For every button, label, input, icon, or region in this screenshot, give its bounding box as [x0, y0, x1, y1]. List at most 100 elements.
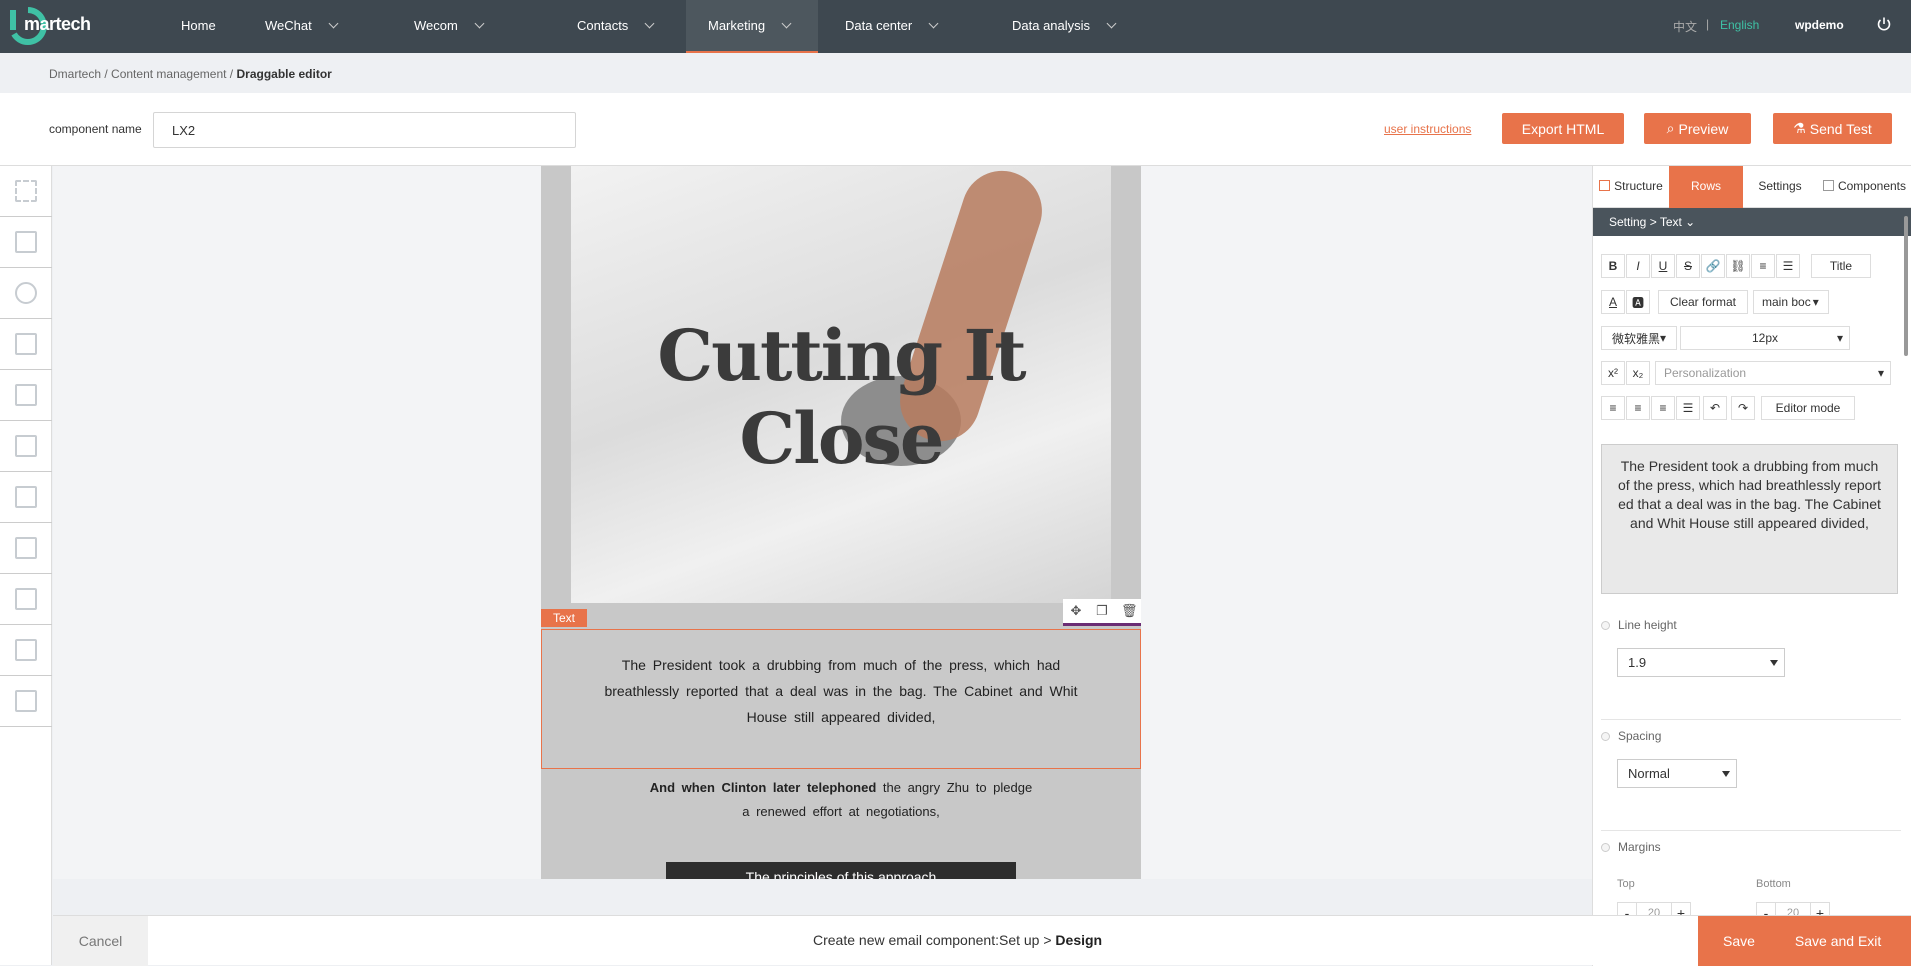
subscript-button[interactable]: x₂: [1626, 361, 1650, 385]
nav-wecom[interactable]: Wecom: [414, 0, 485, 53]
user-instructions-link[interactable]: user instructions: [1384, 122, 1471, 136]
chart-icon[interactable]: [0, 268, 52, 319]
chevron-down-icon: [474, 18, 485, 29]
code-icon[interactable]: [0, 421, 52, 472]
line-height-select[interactable]: 1.9: [1617, 648, 1785, 677]
export-html-label: Export HTML: [1521, 120, 1605, 137]
divider-icon[interactable]: [0, 472, 52, 523]
title-button[interactable]: Title: [1811, 254, 1871, 278]
preview-button[interactable]: ⌕ Preview: [1644, 113, 1751, 144]
font-color-icon[interactable]: A: [1601, 290, 1625, 314]
tab-structure[interactable]: Structure: [1593, 166, 1669, 208]
nav-home[interactable]: Home: [181, 0, 216, 53]
cancel-button[interactable]: Cancel: [53, 916, 148, 966]
font-size-select[interactable]: 12px ▾: [1680, 326, 1850, 350]
breadcrumb-root[interactable]: Dmartech: [49, 67, 101, 81]
chevron-down-icon: [328, 18, 339, 29]
radio-icon[interactable]: [1601, 731, 1610, 741]
editor-mode-label: Editor mode: [1775, 401, 1841, 415]
editor-mode-button[interactable]: Editor mode: [1761, 396, 1855, 420]
text2-line2: a renewed effort at negotiations,: [742, 804, 940, 819]
nav-data-analysis[interactable]: Data analysis: [1012, 0, 1117, 53]
margins-label: Margins: [1618, 840, 1661, 854]
radio-icon[interactable]: [1601, 842, 1610, 852]
spacing-section: Spacing: [1601, 729, 1661, 743]
star-card-icon[interactable]: [0, 217, 52, 268]
save-actions: Save Save and Exit: [1698, 916, 1911, 966]
bullet-list-icon[interactable]: ☰: [1776, 254, 1800, 278]
save-and-exit-button[interactable]: Save and Exit: [1795, 933, 1881, 949]
font-family-select[interactable]: 微软雅黑 ▾: [1601, 326, 1677, 350]
grid-layout-icon[interactable]: [0, 166, 52, 217]
superscript-button[interactable]: x²: [1601, 361, 1625, 385]
link-icon[interactable]: 🔗: [1701, 254, 1725, 278]
tab-components-label: Components: [1837, 179, 1907, 193]
caret-down-icon: ▾: [1812, 295, 1819, 309]
unlink-icon[interactable]: ⛓: [1726, 254, 1750, 278]
nav-wechat[interactable]: WeChat: [265, 0, 339, 53]
clear-format-button[interactable]: Clear format: [1658, 290, 1748, 314]
component-name-input[interactable]: [153, 112, 576, 148]
html-file-icon[interactable]: [0, 676, 52, 727]
align-left-icon[interactable]: ≡: [1601, 396, 1625, 420]
line-height-value: 1.9: [1628, 655, 1647, 670]
lang-english[interactable]: English: [1720, 18, 1759, 32]
underline-button[interactable]: U: [1651, 254, 1675, 278]
export-html-button[interactable]: Export HTML: [1502, 113, 1624, 144]
send-test-button[interactable]: ⚗ Send Test: [1773, 113, 1892, 144]
star-card-icon[interactable]: [0, 523, 52, 574]
redo-icon[interactable]: ↷: [1731, 396, 1755, 420]
tab-settings-label: Settings: [1758, 179, 1802, 193]
font-size-value: 12px: [1751, 331, 1779, 345]
bold-button[interactable]: B: [1601, 254, 1625, 278]
tab-rows[interactable]: Rows: [1669, 166, 1743, 208]
strikethrough-button[interactable]: S: [1676, 254, 1700, 278]
nav-marketing[interactable]: Marketing: [686, 0, 818, 53]
breadcrumb-content-management[interactable]: Content management: [111, 67, 226, 81]
power-icon[interactable]: [1876, 16, 1892, 32]
gallery-icon[interactable]: [0, 574, 52, 625]
nav-data-analysis-label: Data analysis: [1012, 18, 1091, 33]
title-label: Title: [1829, 259, 1853, 273]
copy-icon[interactable]: ❐: [1095, 604, 1109, 618]
clear-format-label: Clear format: [1669, 295, 1737, 309]
tab-settings[interactable]: Settings: [1743, 166, 1817, 208]
image-text-icon[interactable]: [0, 370, 52, 421]
email-preview: Cutting It Close Text ✥ ❐ 🗑 The Presiden…: [541, 166, 1141, 879]
personalization-placeholder: Personalization: [1664, 366, 1747, 380]
image-icon[interactable]: [0, 319, 52, 370]
undo-icon[interactable]: ↶: [1703, 396, 1727, 420]
save-button[interactable]: Save: [1723, 933, 1755, 949]
text-block-secondary[interactable]: And when Clinton later telephoned the an…: [541, 776, 1141, 824]
email-cta-button[interactable]: The principles of this approach: [666, 862, 1016, 879]
panel-scrollbar[interactable]: [1904, 216, 1908, 356]
radio-icon[interactable]: [1601, 620, 1610, 630]
justify-icon[interactable]: ☰: [1676, 396, 1700, 420]
breadcrumb-separator: /: [229, 67, 234, 81]
trash-icon[interactable]: 🗑: [1121, 604, 1138, 618]
selected-text-block[interactable]: The President took a drubbing from much …: [541, 629, 1141, 769]
nav-data-center[interactable]: Data center: [845, 0, 939, 53]
italic-button[interactable]: I: [1626, 254, 1650, 278]
preview-label: Preview: [1678, 120, 1729, 137]
ordered-list-icon[interactable]: ≡: [1751, 254, 1775, 278]
nav-contacts[interactable]: Contacts: [577, 0, 655, 53]
personalization-select[interactable]: Personalization ▾: [1655, 361, 1891, 385]
rich-text-editor[interactable]: The President took a drubbing from much …: [1601, 444, 1898, 594]
brand-name[interactable]: martech: [24, 14, 91, 35]
text-block-tag: Text: [541, 609, 588, 627]
move-icon[interactable]: ✥: [1069, 604, 1083, 618]
grid-image-icon[interactable]: [0, 625, 52, 676]
username[interactable]: wpdemo: [1795, 18, 1844, 32]
background-color-icon[interactable]: 🅰: [1626, 290, 1650, 314]
paragraph-style-select[interactable]: main boc ▾: [1753, 290, 1829, 314]
rich-text-content: The President took a drubbing from much …: [1617, 458, 1882, 531]
lang-chinese[interactable]: 中文: [1673, 18, 1697, 35]
align-center-icon[interactable]: ≡: [1626, 396, 1650, 420]
spacing-select[interactable]: Normal: [1617, 759, 1737, 788]
tab-components[interactable]: Components: [1817, 166, 1911, 208]
chevron-down-icon: [781, 18, 792, 29]
setting-header[interactable]: Setting > Text ⌄: [1593, 208, 1911, 236]
hero-image[interactable]: Cutting It Close: [571, 166, 1111, 603]
align-right-icon[interactable]: ≡: [1651, 396, 1675, 420]
